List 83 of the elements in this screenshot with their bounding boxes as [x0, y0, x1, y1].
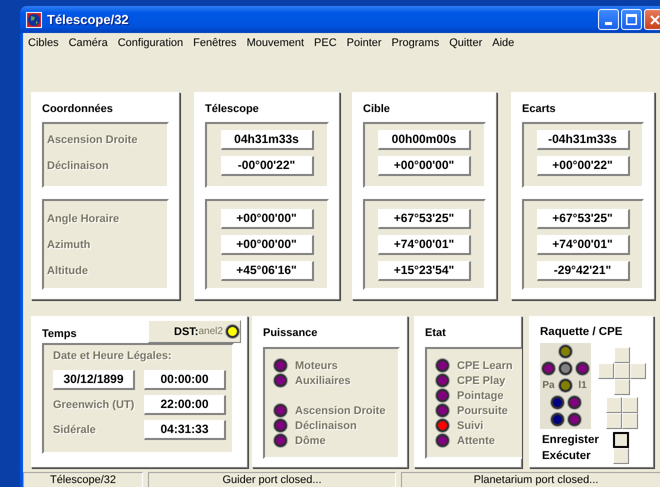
- status-label: Pointage: [457, 390, 504, 402]
- menu-item[interactable]: PEC: [309, 33, 342, 54]
- status-label: Attente: [457, 434, 495, 446]
- maximize-button[interactable]: [621, 9, 642, 30]
- pad-button[interactable]: [606, 413, 622, 429]
- value-display: 00:00:00: [144, 370, 226, 390]
- panel-title: Télescope: [205, 102, 260, 117]
- panel-title: Temps: [42, 327, 78, 342]
- value-display: +15°23'54": [378, 261, 471, 281]
- value-display: +74°00'01": [378, 235, 471, 255]
- panel-caption: anel2: [198, 326, 223, 337]
- menu-item[interactable]: Fenêtres: [188, 33, 242, 54]
- field-label: Azimuth: [47, 238, 92, 253]
- window-title: Télescope/32: [47, 12, 130, 27]
- value-display: +00°00'00": [220, 235, 314, 255]
- pad-button[interactable]: [606, 397, 622, 413]
- value-display: +74°00'01": [536, 235, 630, 255]
- panel-caption: Pa: [542, 380, 555, 391]
- value-display: +00°00'00": [220, 209, 314, 229]
- status-panel: Planetarium port closed...: [401, 472, 660, 487]
- maximize-icon: [626, 14, 637, 25]
- status-label: Moteurs: [295, 360, 338, 372]
- status-panel: Guider port closed...: [148, 472, 396, 487]
- pad-button[interactable]: [622, 413, 638, 429]
- menu-item[interactable]: Quitter: [444, 33, 488, 54]
- value-display: 30/12/1899: [53, 370, 135, 390]
- pad-button[interactable]: [622, 397, 638, 413]
- panel-title: Cible: [363, 102, 391, 117]
- status-label: Déclinaison: [295, 420, 357, 432]
- menu-item[interactable]: Configuration: [112, 33, 188, 54]
- menu-item[interactable]: Caméra: [64, 33, 113, 54]
- value-display: -00°00'22": [220, 156, 314, 176]
- value-display: 22:00:00: [144, 395, 226, 415]
- value-display: 04h31m33s: [220, 130, 314, 150]
- field-label: Altitude: [47, 264, 89, 279]
- panel-caption: l1: [578, 380, 587, 391]
- action-button[interactable]: [613, 432, 629, 448]
- status-panel: Télescope/32: [23, 472, 143, 487]
- value-display: +00°00'22": [536, 156, 630, 176]
- status-label: Suivi: [457, 420, 484, 432]
- close-icon: [650, 14, 660, 24]
- pad-button[interactable]: [630, 363, 646, 379]
- value-display: -04h31m33s: [536, 130, 630, 150]
- field-label: Ascension Droite: [47, 133, 138, 148]
- status-label: CPE Play: [457, 374, 506, 386]
- value-display: +00°00'00": [378, 156, 471, 176]
- section-heading: Date et Heure Légales:: [53, 350, 172, 362]
- dst-label: DST:: [174, 326, 198, 338]
- value-display: +67°53'25": [378, 209, 471, 229]
- value-display: +67°53'25": [536, 209, 630, 229]
- panel-title: Coordonnées: [42, 102, 114, 117]
- minimize-icon: [605, 22, 612, 25]
- field-label: Angle Horaire: [47, 212, 120, 227]
- globe-icon: [26, 12, 42, 28]
- status-label: Ascension Droite: [295, 404, 386, 416]
- value-display: 00h00m00s: [378, 130, 471, 150]
- field-label: Déclinaison: [47, 159, 110, 174]
- action-label: Enregister: [542, 434, 600, 446]
- status-label: Auxiliaires: [295, 374, 351, 386]
- panel-title: Ecarts: [522, 102, 557, 117]
- status-label: Dôme: [295, 434, 326, 446]
- menu-item[interactable]: Aide: [487, 33, 520, 54]
- pad-button[interactable]: [614, 363, 630, 379]
- menu-item[interactable]: Mouvement: [242, 33, 310, 54]
- panel-title: Puissance: [263, 326, 318, 341]
- status-label: Poursuite: [457, 404, 508, 416]
- menu-item[interactable]: Programs: [386, 33, 444, 54]
- field-label: Sidérale: [53, 424, 97, 436]
- value-display: -29°42'21": [536, 261, 630, 281]
- menu-item[interactable]: Cibles: [23, 33, 64, 54]
- close-button[interactable]: [644, 9, 660, 30]
- menu-item[interactable]: Pointer: [342, 33, 387, 54]
- panel-title: Raquette / CPE: [540, 325, 624, 340]
- action-label: Exécuter: [542, 450, 592, 462]
- panel-title: Etat: [425, 326, 447, 341]
- pad-button[interactable]: [614, 347, 630, 363]
- status-label: CPE Learn: [457, 360, 513, 372]
- pad-button[interactable]: [598, 363, 614, 379]
- minimize-button[interactable]: [598, 9, 619, 30]
- value-display: +45°06'16": [220, 261, 314, 281]
- value-display: 04:31:33: [144, 420, 226, 440]
- field-label: Greenwich (UT): [53, 399, 136, 411]
- pad-button[interactable]: [614, 379, 630, 395]
